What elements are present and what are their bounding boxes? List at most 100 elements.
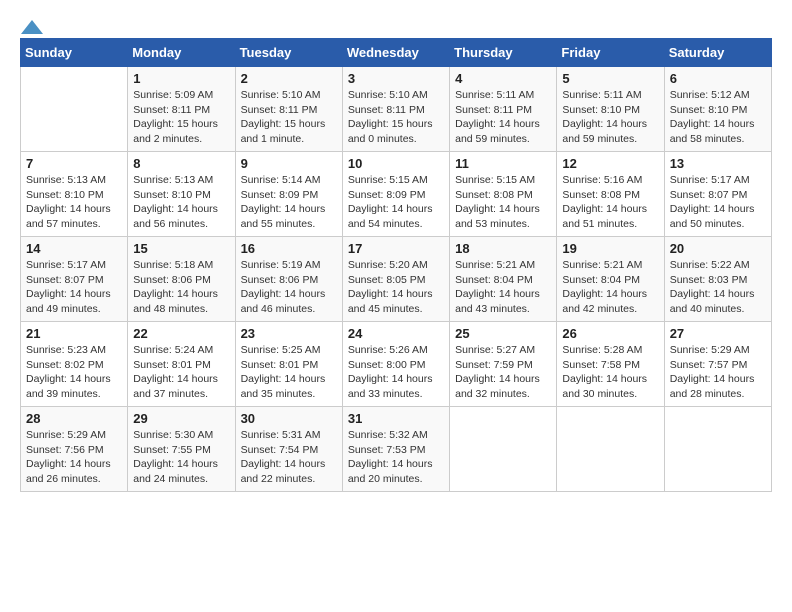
- sunrise: Sunrise: 5:28 AM: [562, 344, 642, 356]
- weekday-header: Wednesday: [342, 39, 449, 67]
- day-info: Sunrise: 5:17 AM Sunset: 8:07 PM Dayligh…: [670, 173, 766, 232]
- sunset: Sunset: 7:54 PM: [241, 444, 319, 456]
- day-info: Sunrise: 5:21 AM Sunset: 8:04 PM Dayligh…: [562, 258, 658, 317]
- day-info: Sunrise: 5:32 AM Sunset: 7:53 PM Dayligh…: [348, 428, 444, 487]
- day-number: 7: [26, 156, 122, 171]
- sunset: Sunset: 8:03 PM: [670, 274, 748, 286]
- calendar-cell: 11 Sunrise: 5:15 AM Sunset: 8:08 PM Dayl…: [450, 152, 557, 237]
- sunrise: Sunrise: 5:21 AM: [455, 259, 535, 271]
- day-info: Sunrise: 5:28 AM Sunset: 7:58 PM Dayligh…: [562, 343, 658, 402]
- calendar-cell: 12 Sunrise: 5:16 AM Sunset: 8:08 PM Dayl…: [557, 152, 664, 237]
- calendar-cell: 3 Sunrise: 5:10 AM Sunset: 8:11 PM Dayli…: [342, 67, 449, 152]
- day-number: 17: [348, 241, 444, 256]
- sunrise: Sunrise: 5:11 AM: [562, 89, 641, 101]
- sunset: Sunset: 8:11 PM: [455, 104, 532, 116]
- calendar-cell: 14 Sunrise: 5:17 AM Sunset: 8:07 PM Dayl…: [21, 237, 128, 322]
- sunset: Sunset: 7:55 PM: [133, 444, 211, 456]
- sunset: Sunset: 8:09 PM: [241, 189, 319, 201]
- daylight: Daylight: 14 hours and 40 minutes.: [670, 288, 755, 315]
- daylight: Daylight: 14 hours and 59 minutes.: [562, 118, 647, 145]
- sunset: Sunset: 8:10 PM: [562, 104, 640, 116]
- calendar-cell: 19 Sunrise: 5:21 AM Sunset: 8:04 PM Dayl…: [557, 237, 664, 322]
- sunset: Sunset: 8:08 PM: [455, 189, 533, 201]
- calendar-body: 1 Sunrise: 5:09 AM Sunset: 8:11 PM Dayli…: [21, 67, 772, 492]
- sunrise: Sunrise: 5:13 AM: [133, 174, 213, 186]
- calendar-cell: 1 Sunrise: 5:09 AM Sunset: 8:11 PM Dayli…: [128, 67, 235, 152]
- daylight: Daylight: 14 hours and 26 minutes.: [26, 458, 111, 485]
- day-number: 21: [26, 326, 122, 341]
- calendar-cell: 31 Sunrise: 5:32 AM Sunset: 7:53 PM Dayl…: [342, 407, 449, 492]
- day-number: 12: [562, 156, 658, 171]
- daylight: Daylight: 14 hours and 50 minutes.: [670, 203, 755, 230]
- day-number: 6: [670, 71, 766, 86]
- sunset: Sunset: 8:04 PM: [562, 274, 640, 286]
- day-number: 11: [455, 156, 551, 171]
- sunrise: Sunrise: 5:32 AM: [348, 429, 428, 441]
- daylight: Daylight: 14 hours and 30 minutes.: [562, 373, 647, 400]
- day-number: 4: [455, 71, 551, 86]
- weekday-header: Sunday: [21, 39, 128, 67]
- sunset: Sunset: 8:09 PM: [348, 189, 426, 201]
- calendar-cell: 6 Sunrise: 5:12 AM Sunset: 8:10 PM Dayli…: [664, 67, 771, 152]
- day-info: Sunrise: 5:22 AM Sunset: 8:03 PM Dayligh…: [670, 258, 766, 317]
- sunrise: Sunrise: 5:24 AM: [133, 344, 213, 356]
- calendar-cell: 27 Sunrise: 5:29 AM Sunset: 7:57 PM Dayl…: [664, 322, 771, 407]
- calendar-cell: 30 Sunrise: 5:31 AM Sunset: 7:54 PM Dayl…: [235, 407, 342, 492]
- sunrise: Sunrise: 5:20 AM: [348, 259, 428, 271]
- sunrise: Sunrise: 5:15 AM: [348, 174, 428, 186]
- weekday-row: SundayMondayTuesdayWednesdayThursdayFrid…: [21, 39, 772, 67]
- calendar-cell: 28 Sunrise: 5:29 AM Sunset: 7:56 PM Dayl…: [21, 407, 128, 492]
- calendar-cell: [664, 407, 771, 492]
- day-info: Sunrise: 5:31 AM Sunset: 7:54 PM Dayligh…: [241, 428, 337, 487]
- daylight: Daylight: 14 hours and 33 minutes.: [348, 373, 433, 400]
- sunrise: Sunrise: 5:22 AM: [670, 259, 750, 271]
- calendar-cell: [450, 407, 557, 492]
- day-number: 30: [241, 411, 337, 426]
- weekday-header: Saturday: [664, 39, 771, 67]
- sunrise: Sunrise: 5:17 AM: [670, 174, 750, 186]
- day-number: 31: [348, 411, 444, 426]
- sunset: Sunset: 8:11 PM: [241, 104, 318, 116]
- calendar-cell: 23 Sunrise: 5:25 AM Sunset: 8:01 PM Dayl…: [235, 322, 342, 407]
- calendar-header: SundayMondayTuesdayWednesdayThursdayFrid…: [21, 39, 772, 67]
- day-number: 15: [133, 241, 229, 256]
- sunset: Sunset: 8:10 PM: [133, 189, 211, 201]
- day-info: Sunrise: 5:30 AM Sunset: 7:55 PM Dayligh…: [133, 428, 229, 487]
- day-info: Sunrise: 5:18 AM Sunset: 8:06 PM Dayligh…: [133, 258, 229, 317]
- calendar-cell: 7 Sunrise: 5:13 AM Sunset: 8:10 PM Dayli…: [21, 152, 128, 237]
- calendar-week-row: 21 Sunrise: 5:23 AM Sunset: 8:02 PM Dayl…: [21, 322, 772, 407]
- calendar-cell: 17 Sunrise: 5:20 AM Sunset: 8:05 PM Dayl…: [342, 237, 449, 322]
- sunrise: Sunrise: 5:27 AM: [455, 344, 535, 356]
- sunrise: Sunrise: 5:25 AM: [241, 344, 321, 356]
- sunset: Sunset: 8:07 PM: [670, 189, 748, 201]
- day-info: Sunrise: 5:16 AM Sunset: 8:08 PM Dayligh…: [562, 173, 658, 232]
- sunrise: Sunrise: 5:15 AM: [455, 174, 535, 186]
- day-number: 14: [26, 241, 122, 256]
- sunset: Sunset: 8:10 PM: [670, 104, 748, 116]
- daylight: Daylight: 14 hours and 32 minutes.: [455, 373, 540, 400]
- day-number: 27: [670, 326, 766, 341]
- day-info: Sunrise: 5:13 AM Sunset: 8:10 PM Dayligh…: [26, 173, 122, 232]
- weekday-header: Thursday: [450, 39, 557, 67]
- calendar-table: SundayMondayTuesdayWednesdayThursdayFrid…: [20, 38, 772, 492]
- sunset: Sunset: 8:06 PM: [133, 274, 211, 286]
- calendar-cell: 9 Sunrise: 5:14 AM Sunset: 8:09 PM Dayli…: [235, 152, 342, 237]
- day-info: Sunrise: 5:11 AM Sunset: 8:11 PM Dayligh…: [455, 88, 551, 147]
- day-number: 13: [670, 156, 766, 171]
- sunrise: Sunrise: 5:09 AM: [133, 89, 213, 101]
- daylight: Daylight: 14 hours and 59 minutes.: [455, 118, 540, 145]
- day-info: Sunrise: 5:26 AM Sunset: 8:00 PM Dayligh…: [348, 343, 444, 402]
- calendar-cell: 18 Sunrise: 5:21 AM Sunset: 8:04 PM Dayl…: [450, 237, 557, 322]
- weekday-header: Tuesday: [235, 39, 342, 67]
- daylight: Daylight: 14 hours and 42 minutes.: [562, 288, 647, 315]
- day-number: 24: [348, 326, 444, 341]
- sunrise: Sunrise: 5:30 AM: [133, 429, 213, 441]
- daylight: Daylight: 14 hours and 37 minutes.: [133, 373, 218, 400]
- day-info: Sunrise: 5:21 AM Sunset: 8:04 PM Dayligh…: [455, 258, 551, 317]
- daylight: Daylight: 14 hours and 39 minutes.: [26, 373, 111, 400]
- day-info: Sunrise: 5:20 AM Sunset: 8:05 PM Dayligh…: [348, 258, 444, 317]
- day-info: Sunrise: 5:24 AM Sunset: 8:01 PM Dayligh…: [133, 343, 229, 402]
- day-number: 22: [133, 326, 229, 341]
- daylight: Daylight: 14 hours and 48 minutes.: [133, 288, 218, 315]
- sunrise: Sunrise: 5:13 AM: [26, 174, 106, 186]
